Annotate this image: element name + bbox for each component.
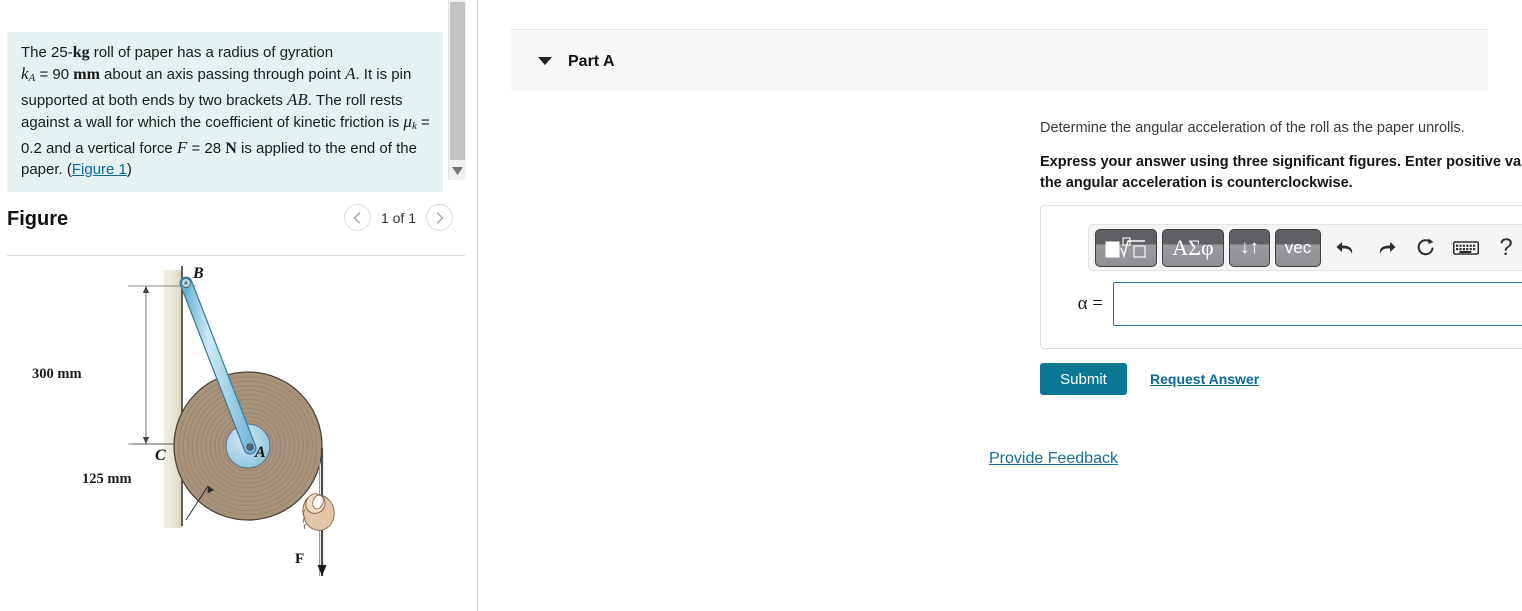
problem-text-part1: The 25-: [21, 44, 73, 61]
greek-symbols-button[interactable]: ΑΣφ: [1162, 228, 1224, 267]
k-symbol: k: [21, 64, 29, 83]
chevron-left-icon: [353, 211, 361, 224]
point-a-symbol: A: [345, 64, 356, 83]
figure-diagram[interactable]: 300 mm 125 mm B A C F: [0, 258, 470, 611]
request-answer-link[interactable]: Request Answer: [1150, 371, 1259, 387]
math-toolbar: ΑΣφ ↓↑ vec ?: [1088, 224, 1522, 271]
reset-circular-arrow-icon: [1417, 238, 1434, 255]
sub-superscript-button[interactable]: ↓↑: [1229, 228, 1270, 267]
answer-entry-box: ΑΣφ ↓↑ vec ? α =: [1040, 205, 1522, 349]
submit-button[interactable]: Submit: [1040, 363, 1127, 395]
k-unit-mm: mm: [73, 66, 100, 83]
label-F: F: [295, 551, 304, 567]
undo-arrow-icon: [1336, 241, 1353, 254]
vector-button[interactable]: vec: [1275, 228, 1321, 267]
page-root: The 25-kg roll of paper has a radius of …: [0, 0, 1522, 611]
figure-counter: 1 of 1: [380, 209, 416, 226]
reset-button[interactable]: [1406, 229, 1446, 267]
template-icon: [1105, 236, 1146, 258]
f-unit-newton: N: [225, 140, 237, 157]
part-a-header[interactable]: Part A: [511, 29, 1488, 91]
undo-button[interactable]: [1326, 229, 1366, 267]
help-button[interactable]: ?: [1486, 229, 1522, 267]
figure-prev-button[interactable]: [343, 204, 371, 231]
figure-navigation: 1 of 1: [343, 204, 453, 231]
keyboard-button[interactable]: [1446, 229, 1486, 267]
dimension-300mm-label: 300 mm: [32, 366, 82, 382]
figure-title: Figure: [7, 208, 69, 230]
problem-scrollbar[interactable]: [448, 0, 466, 180]
problem-text-part3: about an axis passing through point: [99, 66, 346, 83]
problem-panel: The 25-kg roll of paper has a radius of …: [0, 0, 478, 611]
chevron-right-icon: [436, 211, 443, 224]
label-A: A: [254, 444, 266, 461]
template-expression-button[interactable]: [1095, 228, 1157, 267]
problem-statement: The 25-kg roll of paper has a radius of …: [7, 32, 443, 192]
part-collapse-triangle-down-icon[interactable]: [538, 57, 552, 65]
f-symbol: F: [176, 138, 188, 157]
scrollbar-down-arrow-icon[interactable]: [449, 162, 466, 180]
dimension-125mm-label: 125 mm: [82, 471, 132, 487]
k-equals-value: = 90: [35, 66, 74, 83]
part-a-title: Part A: [568, 53, 615, 70]
problem-text-part7: ): [126, 161, 132, 178]
answer-panel: Part A Determine the angular acceleratio…: [478, 0, 1522, 611]
label-B: B: [192, 265, 204, 282]
provide-feedback-link[interactable]: Provide Feedback: [989, 450, 1118, 468]
mu-symbol: μ: [403, 112, 412, 131]
figure-header: Figure 1 of 1: [7, 204, 465, 244]
f-value: = 28: [187, 140, 226, 157]
keyboard-icon: [1453, 240, 1479, 255]
roll-of-paper-diagram: 300 mm 125 mm B A C F: [32, 265, 335, 576]
answer-input-row: α = rad/s2: [1057, 276, 1522, 332]
brackets-ab-symbol: AB: [287, 90, 308, 109]
figure-divider: [7, 255, 465, 256]
answer-input[interactable]: [1113, 282, 1522, 326]
problem-text-part2: roll of paper has a radius of gyration: [89, 44, 334, 61]
figure-1-link[interactable]: Figure 1: [72, 161, 127, 178]
question-prompt: Determine the angular acceleration of th…: [1040, 120, 1465, 136]
hand-illustration: [302, 493, 335, 531]
alpha-label: α =: [1077, 293, 1103, 314]
redo-arrow-icon: [1379, 241, 1396, 254]
answer-instruction: Express your answer using three signific…: [1040, 154, 1522, 191]
figure-next-button[interactable]: [426, 204, 453, 231]
scrollbar-thumb[interactable]: [450, 2, 465, 160]
label-C: C: [155, 447, 166, 464]
problem-unit-kg: kg: [72, 44, 90, 61]
redo-button[interactable]: [1366, 229, 1406, 267]
